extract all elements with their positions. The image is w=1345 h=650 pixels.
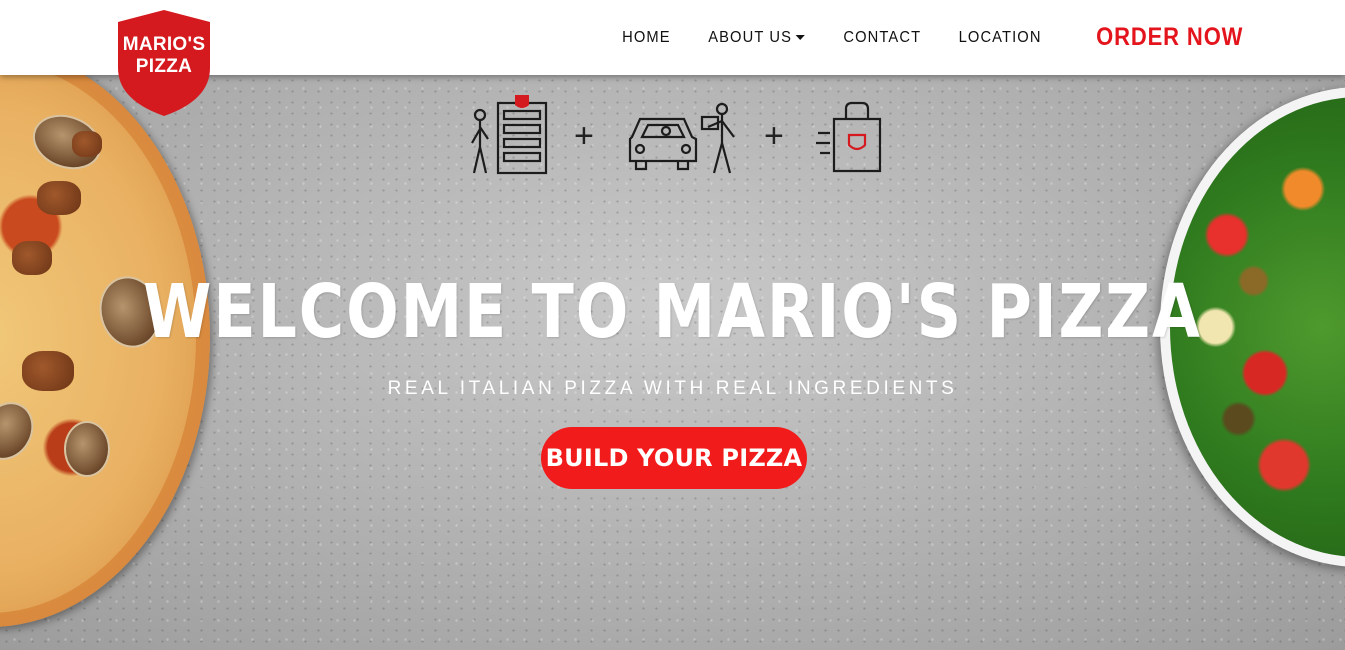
nav-about-label: ABOUT US bbox=[708, 28, 792, 46]
hero-subheadline: REAL ITALIAN PIZZA WITH REAL INGREDIENTS bbox=[387, 378, 958, 399]
pickup-oven-icon bbox=[471, 95, 548, 175]
plus-separator-2: + bbox=[764, 117, 784, 155]
nav-about-us[interactable]: ABOUT US bbox=[708, 29, 805, 47]
nav-location[interactable]: LOCATION bbox=[959, 29, 1042, 47]
hero-headline: WELCOME TO MARIO'S PIZZA bbox=[143, 269, 1202, 355]
nav-home-label: HOME bbox=[622, 28, 671, 46]
nav-home[interactable]: HOME bbox=[622, 29, 671, 47]
main-nav: HOME ABOUT US CONTACT LOCATION ORDER NOW bbox=[589, 0, 1243, 75]
nav-contact[interactable]: CONTACT bbox=[843, 29, 921, 47]
nav-location-label: LOCATION bbox=[959, 28, 1043, 46]
logo[interactable]: MARIO'S PIZZA bbox=[114, 8, 214, 118]
curbside-delivery-icon bbox=[628, 102, 735, 174]
hero-section: + + WELCOME TO MARIO'S PIZZA REAL ITALIA… bbox=[0, 75, 1345, 650]
nav-contact-label: CONTACT bbox=[843, 28, 922, 46]
build-your-pizza-button[interactable]: BUILD YOUR PIZZA bbox=[541, 427, 807, 489]
logo-text: MARIO'S PIZZA bbox=[114, 34, 214, 78]
plus-separator-1: + bbox=[574, 117, 594, 155]
logo-line-1: MARIO'S bbox=[122, 34, 206, 55]
chevron-down-icon bbox=[795, 35, 805, 40]
logo-line-2: PIZZA bbox=[135, 56, 193, 77]
order-now-link[interactable]: ORDER NOW bbox=[1096, 23, 1243, 52]
service-icons: + + bbox=[464, 95, 889, 180]
takeout-bag-icon bbox=[816, 101, 882, 173]
